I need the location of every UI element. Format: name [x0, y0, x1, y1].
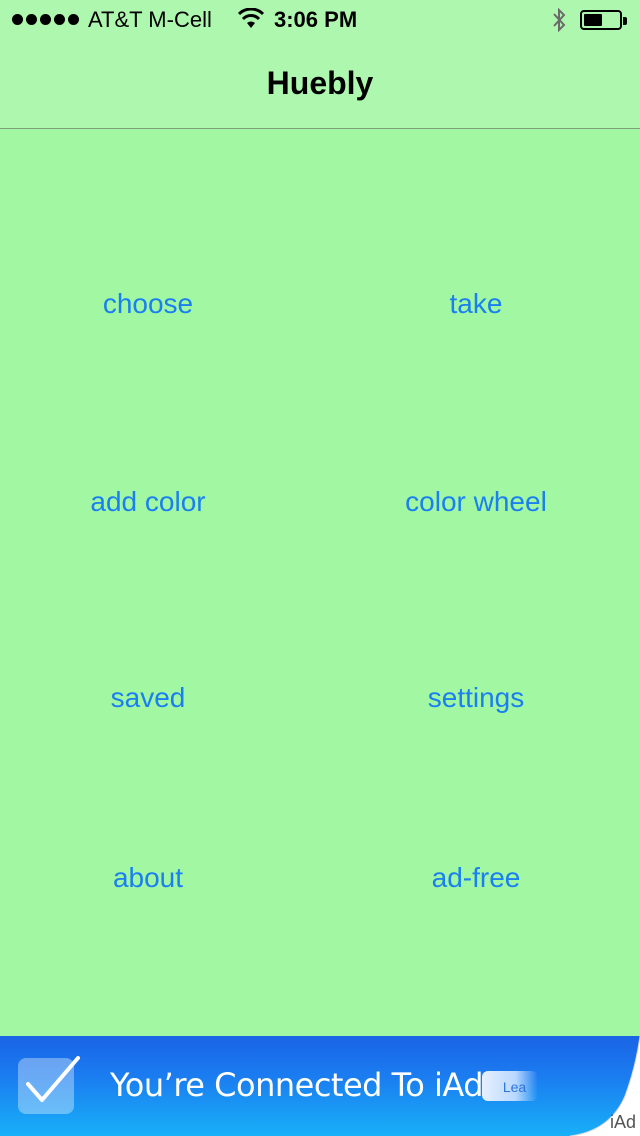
add-color-button[interactable]: add color	[18, 486, 278, 518]
signal-dots-icon	[12, 14, 79, 25]
app-screen: AT&T M-Cell 3:06 PM Huebly choose take a…	[0, 0, 640, 1136]
iad-label: iAd	[609, 1112, 636, 1132]
settings-button[interactable]: settings	[346, 682, 606, 714]
status-bar: AT&T M-Cell 3:06 PM	[0, 0, 640, 40]
saved-button[interactable]: saved	[18, 682, 278, 714]
iad-banner[interactable]: You’re Connected To iAd Lea	[0, 1036, 640, 1136]
navigation-bar: Huebly	[0, 40, 640, 129]
page-title: Huebly	[266, 65, 374, 101]
learn-more-button[interactable]: Lea	[482, 1071, 538, 1101]
clock: 3:06 PM	[274, 7, 358, 32]
ad-free-button[interactable]: ad-free	[346, 862, 606, 894]
bluetooth-icon	[551, 7, 567, 39]
battery-icon	[580, 10, 627, 30]
wifi-icon	[237, 7, 265, 36]
checkmark-icon	[18, 1056, 80, 1114]
about-button[interactable]: about	[18, 862, 278, 894]
color-wheel-button[interactable]: color wheel	[346, 486, 606, 518]
carrier-label: AT&T M-Cell	[88, 7, 212, 32]
choose-button[interactable]: choose	[18, 288, 278, 320]
take-button[interactable]: take	[346, 288, 606, 320]
ad-text: You’re Connected To iAd	[110, 1066, 484, 1104]
